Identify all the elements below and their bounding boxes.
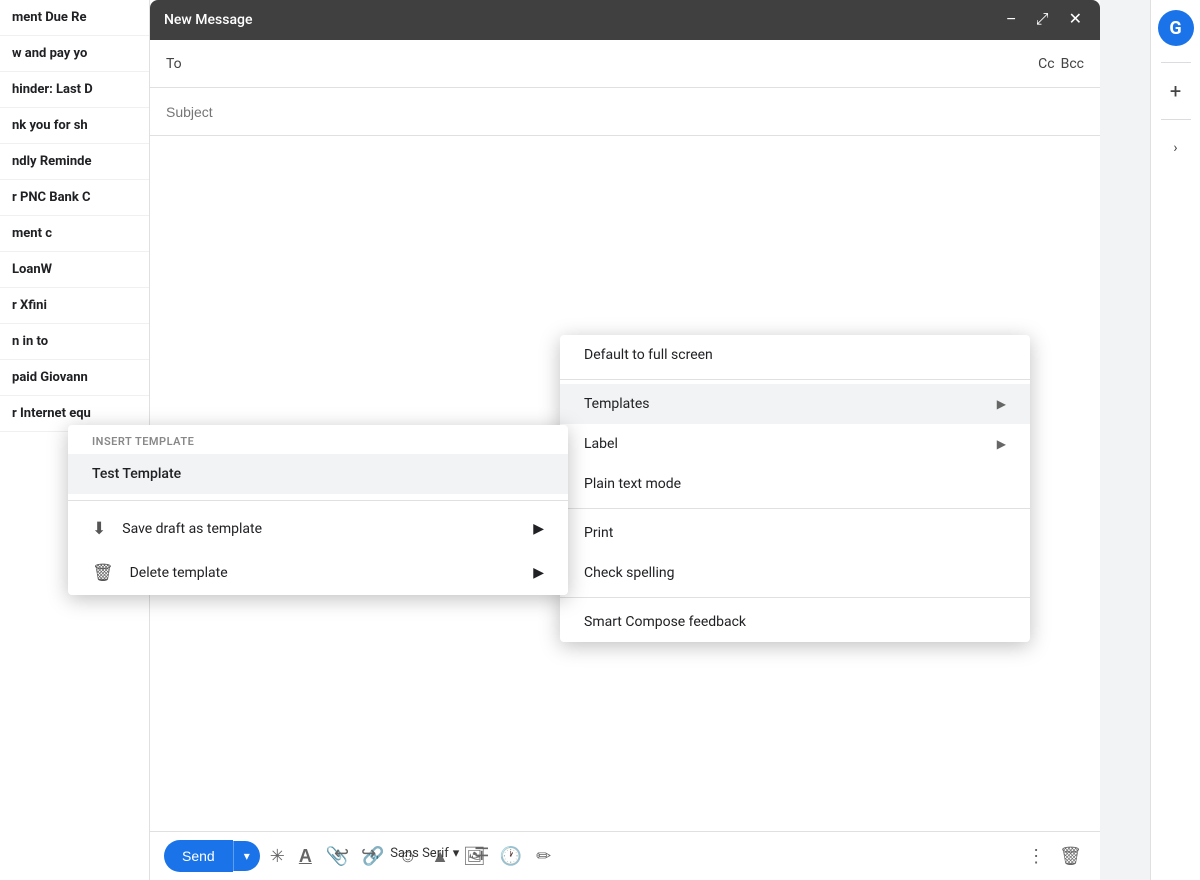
compose-header: New Message − ⤢ ✕ [150,0,1100,40]
email-item-10[interactable]: n in to [0,324,149,360]
send-button[interactable]: Send [164,840,233,872]
dropdown-item-spellcheck[interactable]: Check spelling [560,553,1030,593]
calendar-button[interactable]: 🕐 [496,842,526,871]
dropdown-item-templates-label: Templates [584,396,650,412]
template-section-header: INSERT TEMPLATE [68,425,568,454]
label-arrow-icon: ▶ [997,437,1006,451]
compose-toolbar: Send ▾ ✳ A 📎 🔗 ☺ ▲ 🖼 🕐 ✏ ↩ ↪ Sans Serif … [150,831,1100,880]
undo-button[interactable]: ↩ [330,839,353,868]
template-action-save[interactable]: ⬇ Save draft as template ▶ [68,507,568,551]
email-item-9[interactable]: r Xfini [0,288,149,324]
close-button[interactable]: ✕ [1065,10,1086,30]
font-dropdown-arrow: ▾ [453,846,460,861]
format-text-button[interactable]: A [295,842,316,871]
cc-bcc-buttons: Cc Bcc [1038,56,1084,72]
to-label: To [166,56,196,72]
save-template-icon: ⬇ [92,519,106,539]
chevron-right-icon[interactable]: › [1164,136,1188,160]
dropdown-item-plaintext-label: Plain text mode [584,476,681,492]
avatar[interactable]: G [1158,10,1194,46]
dropdown-divider-3 [560,597,1030,598]
dropdown-item-label[interactable]: Label ▶ [560,424,1030,464]
save-template-label: Save draft as template [122,521,262,537]
dropdown-divider-2 [560,508,1030,509]
dropdown-item-smartcompose-label: Smart Compose feedback [584,614,746,630]
fullscreen-button[interactable]: ⤢ [1032,10,1053,30]
templates-arrow-icon: ▶ [997,397,1006,411]
font-size-button[interactable]: ∓ [469,837,494,870]
dropdown-item-print[interactable]: Print [560,513,1030,553]
subject-field [150,88,1100,136]
email-item-6[interactable]: r PNC Bank C [0,180,149,216]
dropdown-item-plaintext[interactable]: Plain text mode [560,464,1030,504]
compose-title: New Message [164,12,252,28]
template-submenu: INSERT TEMPLATE Test Template ⬇ Save dra… [68,425,568,595]
sidebar-divider-2 [1161,119,1191,120]
template-name: Test Template [92,466,181,482]
sidebar-divider-1 [1161,62,1191,63]
cc-button[interactable]: Cc [1038,56,1054,72]
delete-draft-button[interactable]: 🗑 [1055,842,1086,871]
font-name: Sans Serif [390,846,449,861]
right-sidebar: G + › [1150,0,1200,880]
dropdown-item-print-label: Print [584,525,613,541]
dropdown-item-smartcompose[interactable]: Smart Compose feedback [560,602,1030,642]
main-dropdown: Default to full screen Templates ▶ Label… [560,335,1030,642]
font-selector[interactable]: Sans Serif ▾ [384,842,465,865]
dropdown-item-spellcheck-label: Check spelling [584,565,674,581]
more-options-button[interactable]: ⋮ [1023,842,1049,871]
delete-template-arrow: ▶ [533,565,544,581]
email-item-8[interactable]: LoanW [0,252,149,288]
template-divider-1 [68,500,568,501]
email-item-7[interactable]: ment c [0,216,149,252]
dropdown-item-label-label: Label [584,436,618,452]
dropdown-divider-1 [560,379,1030,380]
email-item-5[interactable]: ndly Reminde [0,144,149,180]
email-item-4[interactable]: nk you for sh [0,108,149,144]
email-item-3[interactable]: hinder: Last D [0,72,149,108]
delete-template-label: Delete template [130,565,228,581]
dropdown-item-fullscreen-label: Default to full screen [584,347,713,363]
to-field: To Cc Bcc [150,40,1100,88]
to-input[interactable] [196,56,1038,72]
redo-button[interactable]: ↪ [357,839,380,868]
email-item-1[interactable]: ment Due Re [0,0,149,36]
template-item-test[interactable]: Test Template [68,454,568,494]
signature-button[interactable]: ✏ [532,842,555,871]
template-action-delete[interactable]: 🗑 Delete template ▶ [68,551,568,595]
delete-template-icon: 🗑 [92,563,114,583]
dropdown-item-templates[interactable]: Templates ▶ [560,384,1030,424]
minimize-button[interactable]: − [1002,10,1019,30]
subject-input[interactable] [166,104,1084,120]
plus-icon[interactable]: + [1164,79,1188,103]
bcc-button[interactable]: Bcc [1061,56,1084,72]
dropdown-item-fullscreen[interactable]: Default to full screen [560,335,1030,375]
send-dropdown-button[interactable]: ▾ [233,841,260,871]
email-item-11[interactable]: paid Giovann [0,360,149,396]
compose-controls: − ⤢ ✕ [1002,10,1086,30]
save-template-arrow: ▶ [533,521,544,537]
email-item-2[interactable]: w and pay yo [0,36,149,72]
sparkle-icon-button[interactable]: ✳ [266,842,289,871]
